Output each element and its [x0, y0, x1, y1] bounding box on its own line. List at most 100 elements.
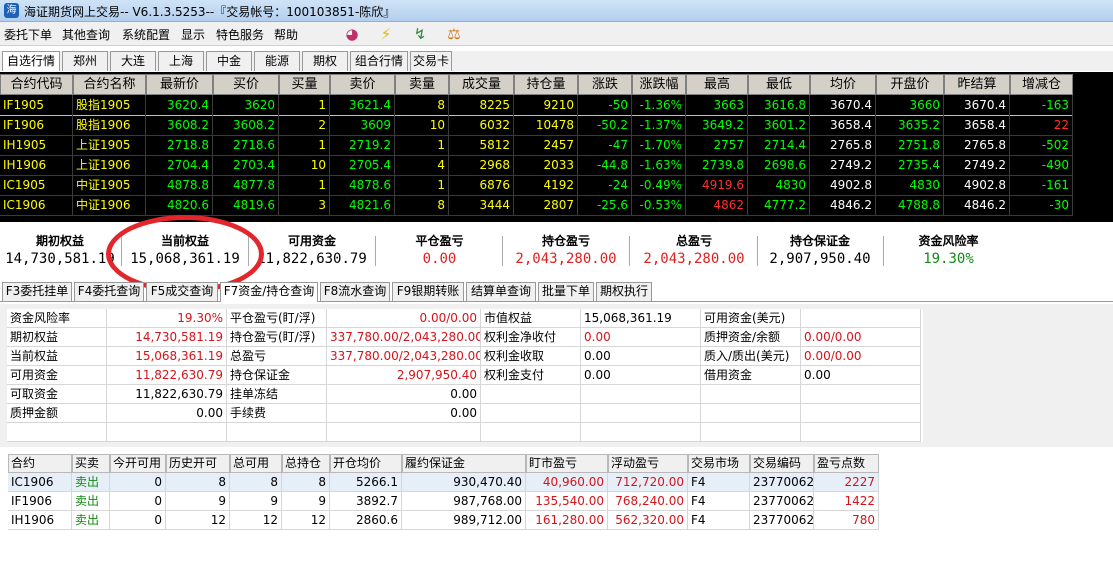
- menu-order[interactable]: 委托下单: [4, 26, 52, 43]
- quote-header-cell[interactable]: 昨结算: [944, 74, 1010, 95]
- menu-other-query[interactable]: 其他查询: [62, 26, 110, 43]
- menu-special-service[interactable]: 特色服务: [216, 26, 264, 43]
- tab-combo-quotes[interactable]: 组合行情: [350, 51, 408, 71]
- position-header-cell[interactable]: 历史开可: [166, 454, 230, 473]
- tab-function[interactable]: 批量下单: [538, 282, 594, 301]
- position-header-cell[interactable]: 买卖: [72, 454, 110, 473]
- position-cell: 2860.6: [330, 511, 402, 530]
- quote-row[interactable]: IC1906 中证1906 4820.6 4819.6 3 4821.6 8 3444 2807…: [0, 195, 1073, 216]
- menu-display[interactable]: 显示: [181, 26, 205, 43]
- position-cell: 卖出: [72, 492, 110, 511]
- position-row[interactable]: IC1906 卖出 0 8 8 8 5266.1 930,470.40 40,960.00 712…: [8, 473, 879, 492]
- quote-row[interactable]: IF1905 股指1905 3620.4 3620 1 3621.4 8 8225 9210 -5…: [0, 95, 1073, 116]
- position-header-cell[interactable]: 交易市场: [688, 454, 750, 473]
- position-cell: 1422: [814, 492, 879, 511]
- quote-cell: 3620.4: [146, 95, 213, 116]
- quote-header-cell[interactable]: 开盘价: [876, 74, 944, 95]
- position-header-cell[interactable]: 今开可用: [110, 454, 166, 473]
- quote-header-cell[interactable]: 均价: [810, 74, 876, 95]
- tab-shanghai[interactable]: 上海: [158, 51, 204, 71]
- quote-cell: 4820.6: [146, 195, 213, 216]
- quote-header-cell[interactable]: 买量: [279, 74, 330, 95]
- quote-row[interactable]: IH1905 上证1905 2718.8 2718.6 1 2719.2 1 5812 2457…: [0, 135, 1073, 156]
- quote-cell: -44.8: [578, 155, 632, 176]
- position-row[interactable]: IF1906 卖出 0 9 9 9 3892.7 987,768.00 135,540.00 76…: [8, 492, 879, 511]
- quote-cell: 2705.4: [330, 155, 395, 176]
- tab-energy[interactable]: 能源: [254, 51, 300, 71]
- quote-cell: 3608.2: [213, 115, 279, 136]
- quote-header-cell[interactable]: 最新价: [146, 74, 213, 95]
- tab-function[interactable]: F4委托查询: [74, 282, 144, 301]
- fund-value: 0.00: [581, 366, 701, 385]
- fund-empty-cell: [481, 385, 581, 404]
- quote-header-cell[interactable]: 合约名称: [73, 74, 146, 95]
- tab-cffex[interactable]: 中金: [206, 51, 252, 71]
- quote-cell: -1.37%: [632, 115, 686, 136]
- quote-cell: 4919.6: [686, 175, 748, 196]
- tab-trade-card[interactable]: 交易卡: [410, 51, 452, 71]
- position-row[interactable]: IH1906 卖出 0 12 12 12 2860.6 989,712.00 161,280.0…: [8, 511, 879, 530]
- function-tabs: F3委托挂单 F4委托查询 F5成交查询 F7资金/持仓查询 F8流水查询 F9银期转账结…: [0, 282, 1113, 302]
- position-header-cell[interactable]: 浮动盈亏: [608, 454, 688, 473]
- quote-header-cell[interactable]: 合约代码: [0, 74, 73, 95]
- tab-function[interactable]: F7资金/持仓查询: [220, 282, 318, 302]
- quote-header-cell[interactable]: 最高: [686, 74, 748, 95]
- fund-label: 可用资金: [7, 366, 107, 385]
- tab-watchlist[interactable]: 自选行情: [2, 51, 60, 71]
- tab-function[interactable]: F5成交查询: [146, 282, 218, 301]
- position-header-cell[interactable]: 开仓均价: [330, 454, 402, 473]
- position-table: 合约 买卖 今开可用 历史开可 总可用 总持仓 开仓均价 履约保证金 盯市盈亏 浮动盈亏 交易市场交…: [8, 454, 879, 532]
- scale-icon[interactable]: ⚖: [444, 24, 464, 44]
- tab-dalian[interactable]: 大连: [110, 51, 156, 71]
- tab-function[interactable]: 期权执行: [596, 282, 652, 301]
- quote-cell: 2807: [514, 195, 578, 216]
- position-header-cell[interactable]: 盈亏点数: [814, 454, 879, 473]
- summary-item: 期初权益 14,730,581.19: [0, 233, 120, 269]
- position-header-cell[interactable]: 合约: [8, 454, 72, 473]
- quote-cell: IH1905: [0, 135, 73, 156]
- quote-header-cell[interactable]: 卖价: [330, 74, 395, 95]
- fund-grid: 资金风险率 19.30% 平仓盈亏(盯/浮) 0.00/0.00 市值权益 15,068,…: [7, 309, 923, 442]
- quote-header-cell[interactable]: 增减仓: [1010, 74, 1073, 95]
- quote-cell: -30: [1010, 195, 1073, 216]
- position-cell: IF1906: [8, 492, 72, 511]
- quote-header-cell[interactable]: 最低: [748, 74, 810, 95]
- menu-system-config[interactable]: 系统配置: [122, 26, 170, 43]
- fund-value: 337,780.00/2,043,280.00: [327, 347, 481, 366]
- quote-header-cell[interactable]: 买价: [213, 74, 279, 95]
- tab-function[interactable]: F9银期转账: [392, 282, 464, 301]
- fund-value: 19.30%: [107, 309, 227, 328]
- position-header-cell[interactable]: 履约保证金: [402, 454, 526, 473]
- tab-zhengzhou[interactable]: 郑州: [62, 51, 108, 71]
- quote-row[interactable]: IC1905 中证1905 4878.8 4877.8 1 4878.6 1 6876 4192…: [0, 175, 1073, 196]
- quote-header-cell[interactable]: 涨跌幅: [632, 74, 686, 95]
- lightning-icon[interactable]: ⚡: [376, 24, 396, 44]
- fund-value: 0.00/0.00: [801, 328, 921, 347]
- position-cell: 135,540.00: [526, 492, 608, 511]
- position-header-cell[interactable]: 总持仓: [282, 454, 330, 473]
- chart-icon[interactable]: ↯: [410, 24, 430, 44]
- tab-options[interactable]: 期权: [302, 51, 348, 71]
- position-header-cell[interactable]: 交易编码: [750, 454, 814, 473]
- quote-row[interactable]: IF1906 股指1906 3608.2 3608.2 2 3609 10 6032 10478…: [0, 115, 1073, 136]
- quote-header-cell[interactable]: 涨跌: [578, 74, 632, 95]
- quote-table: 合约代码 合约名称 最新价 买价 买量 卖价 卖量 成交量 持仓量 涨跌 涨跌幅 最高 最低 均价 开盘价昨…: [0, 72, 1113, 222]
- position-header-cell[interactable]: 盯市盈亏: [526, 454, 608, 473]
- fund-empty-cell: [701, 385, 801, 404]
- quote-cell: 8225: [449, 95, 514, 116]
- tab-function[interactable]: F8流水查询: [320, 282, 390, 301]
- tab-function[interactable]: F3委托挂单: [2, 282, 72, 301]
- menu-help[interactable]: 帮助: [274, 26, 298, 43]
- quote-cell: 4819.6: [213, 195, 279, 216]
- tab-function[interactable]: 结算单查询: [466, 282, 536, 301]
- quote-header-cell[interactable]: 卖量: [395, 74, 449, 95]
- position-header-cell[interactable]: 总可用: [230, 454, 282, 473]
- quote-cell: 2757: [686, 135, 748, 156]
- quote-header-cell[interactable]: 成交量: [449, 74, 514, 95]
- quote-header-cell[interactable]: 持仓量: [514, 74, 578, 95]
- quote-row[interactable]: IH1906 上证1906 2704.4 2703.4 10 2705.4 4 2968 203…: [0, 155, 1073, 176]
- pie-chart-icon[interactable]: ◕: [342, 24, 362, 44]
- quote-cell: 3601.2: [748, 115, 810, 136]
- quote-cell: 中证1906: [73, 195, 146, 216]
- fund-label: 平仓盈亏(盯/浮): [227, 309, 327, 328]
